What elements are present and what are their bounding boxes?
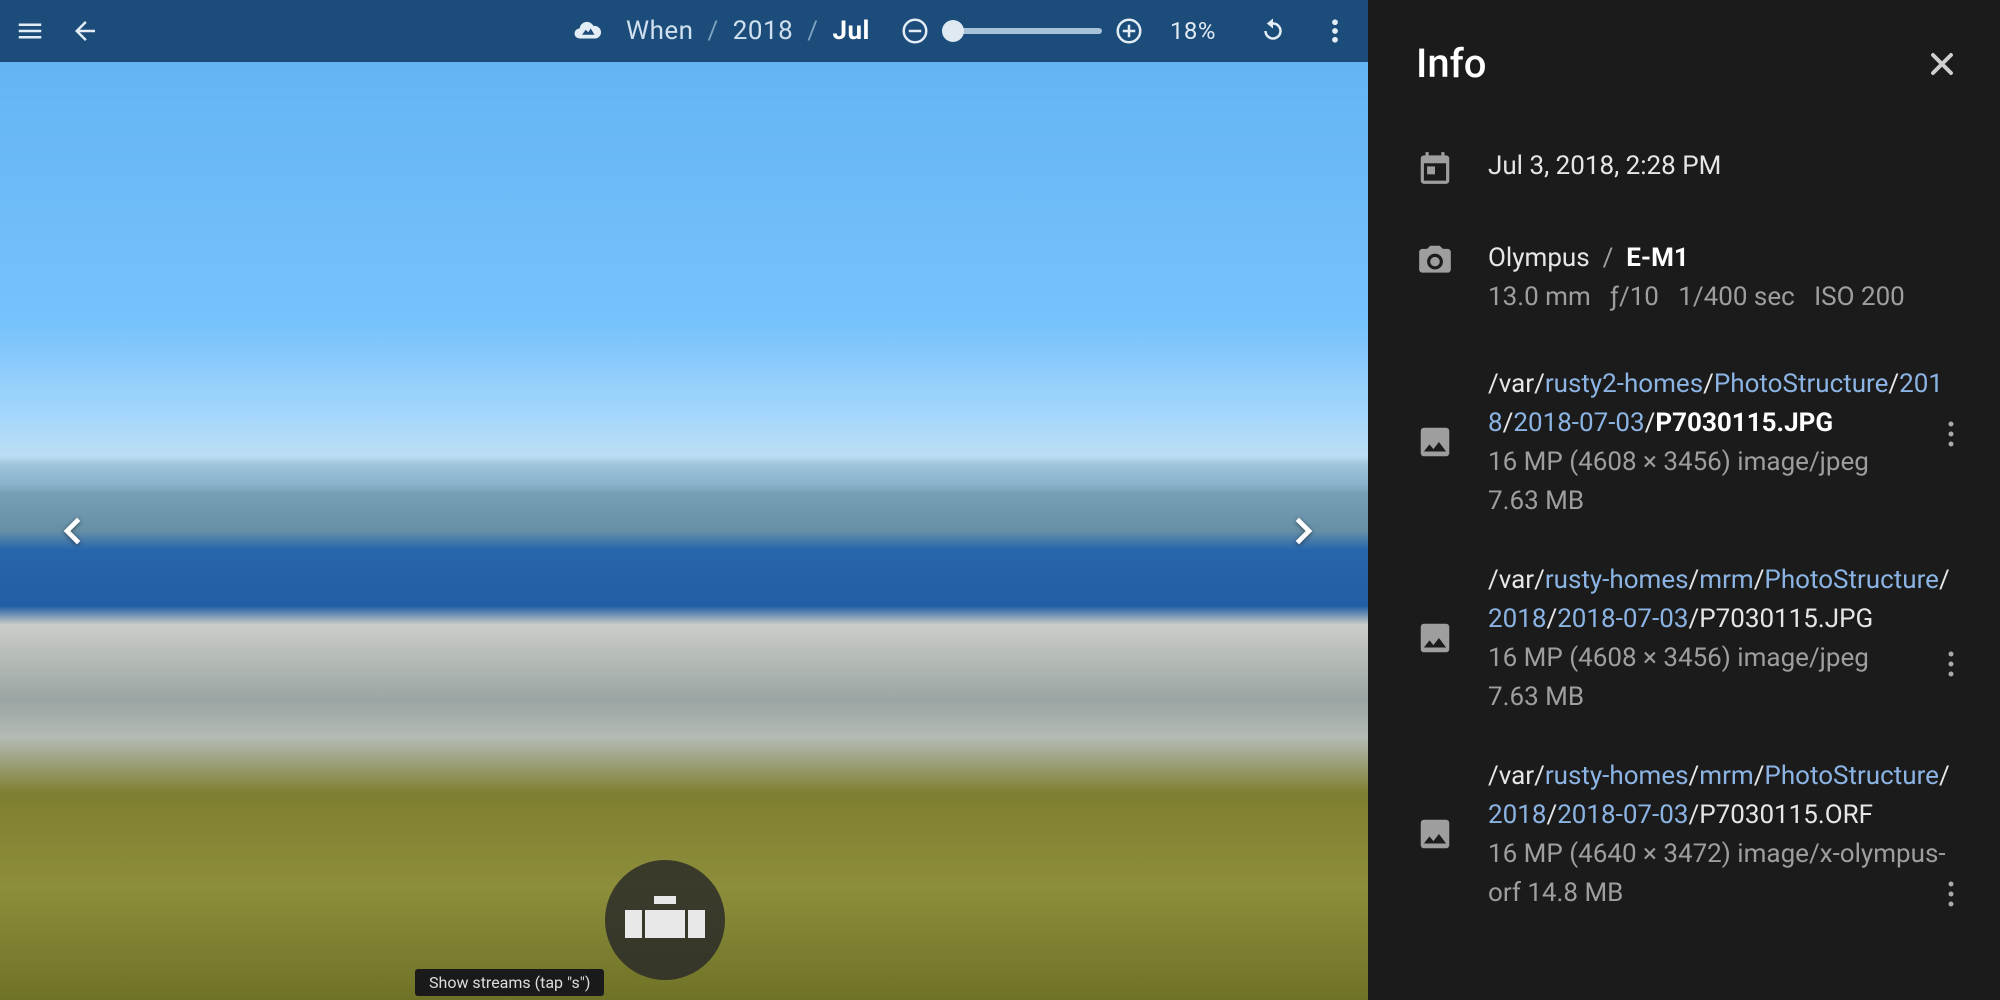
file-size: 7.63 MB bbox=[1488, 482, 1952, 521]
camera-icon bbox=[1416, 239, 1456, 317]
zoom-in-icon[interactable] bbox=[1114, 16, 1144, 46]
zoom-slider[interactable] bbox=[942, 28, 1102, 34]
file-entry: /var/rusty-homes/mrm/PhotoStructure/2018… bbox=[1416, 561, 1952, 717]
zoom-out-icon[interactable] bbox=[900, 16, 930, 46]
close-icon[interactable] bbox=[1924, 46, 1960, 86]
file-entry: /var/rusty2-homes/PhotoStructure/2018/20… bbox=[1416, 365, 1952, 521]
more-icon[interactable] bbox=[1320, 16, 1350, 46]
info-title: Info bbox=[1416, 40, 1952, 87]
zoom-percent: 18% bbox=[1170, 17, 1216, 45]
back-icon[interactable] bbox=[60, 16, 110, 46]
zoom-controls: 18% bbox=[900, 16, 1350, 46]
file-entry: /var/rusty-homes/mrm/PhotoStructure/2018… bbox=[1416, 757, 1952, 913]
next-photo-icon[interactable] bbox=[1280, 486, 1328, 576]
rotate-icon[interactable] bbox=[1258, 16, 1288, 46]
streams-tooltip: Show streams (tap "s") bbox=[415, 969, 604, 996]
cloud-logo-icon[interactable] bbox=[572, 16, 602, 46]
exif-line: 13.0 mm ƒ/10 1/400 sec ISO 200 bbox=[1488, 278, 1952, 317]
photo-datetime: Jul 3, 2018, 2:28 PM bbox=[1488, 147, 1952, 199]
image-file-icon bbox=[1416, 365, 1456, 521]
info-panel: Info Jul 3, 2018, 2:28 PM Olympus / E-M1… bbox=[1368, 0, 2000, 1000]
top-bar: When / 2018 / Jul 18% bbox=[0, 0, 1368, 62]
file-meta: 16 MP (4640 × 3472) image/x-olympus-orf … bbox=[1488, 835, 1952, 913]
breadcrumb-sep: / bbox=[708, 16, 719, 46]
file-more-icon[interactable] bbox=[1946, 880, 1956, 912]
file-meta: 16 MP (4608 × 3456) image/jpeg bbox=[1488, 639, 1952, 678]
photo-image bbox=[0, 62, 1368, 1000]
menu-icon[interactable] bbox=[0, 0, 60, 62]
breadcrumb-year[interactable]: 2018 bbox=[733, 16, 793, 46]
file-path[interactable]: /var/rusty2-homes/PhotoStructure/2018/20… bbox=[1488, 365, 1952, 443]
file-path[interactable]: /var/rusty-homes/mrm/PhotoStructure/2018… bbox=[1488, 561, 1952, 639]
show-streams-button[interactable] bbox=[605, 860, 725, 980]
file-meta: 16 MP (4608 × 3456) image/jpeg bbox=[1488, 443, 1952, 482]
breadcrumb-sep: / bbox=[807, 16, 818, 46]
calendar-icon bbox=[1416, 147, 1456, 199]
file-size: 7.63 MB bbox=[1488, 678, 1952, 717]
camera-line: Olympus / E-M1 bbox=[1488, 239, 1952, 278]
file-more-icon[interactable] bbox=[1946, 420, 1956, 452]
file-more-icon[interactable] bbox=[1946, 650, 1956, 682]
prev-photo-icon[interactable] bbox=[48, 486, 96, 576]
breadcrumb: When / 2018 / Jul bbox=[572, 16, 870, 46]
photo-viewer[interactable]: Show streams (tap "s") bbox=[0, 62, 1368, 1000]
file-path[interactable]: /var/rusty-homes/mrm/PhotoStructure/2018… bbox=[1488, 757, 1952, 835]
image-file-icon bbox=[1416, 757, 1456, 913]
breadcrumb-when[interactable]: When bbox=[626, 16, 694, 46]
zoom-slider-thumb[interactable] bbox=[942, 20, 964, 42]
breadcrumb-month[interactable]: Jul bbox=[832, 16, 869, 46]
image-file-icon bbox=[1416, 561, 1456, 717]
